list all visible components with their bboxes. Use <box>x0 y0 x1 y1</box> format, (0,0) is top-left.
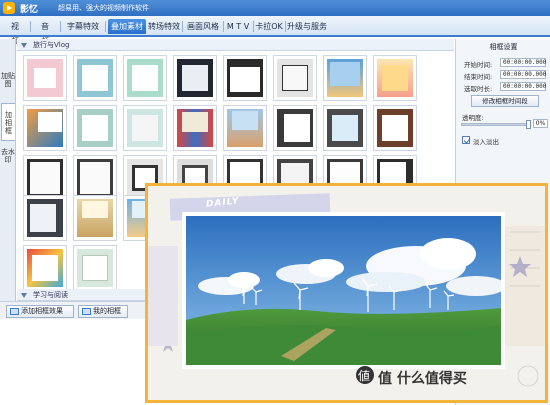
menu-divider <box>30 21 31 32</box>
section-header-travel[interactable]: 旅行与Vlog <box>17 39 454 51</box>
frame-thumbnail[interactable] <box>73 105 117 151</box>
app-name: 影忆 <box>20 5 39 15</box>
frame-preview-overlay: DAILY 値 值 什么值得买 <box>145 183 548 403</box>
left-tab-strip: 加贴图 加相框 去水印 <box>0 39 16 301</box>
fade-checkbox[interactable] <box>462 136 470 144</box>
menu-item-audio[interactable]: 音 频 <box>34 19 57 46</box>
frame-thumbnail[interactable] <box>373 55 417 101</box>
frame-thumbnail[interactable] <box>173 55 217 101</box>
modify-frame-time-button[interactable]: 修改相框时间段 <box>471 95 539 107</box>
start-time-field[interactable]: 00:00:00.000 <box>500 58 546 67</box>
add-frame-icon <box>10 308 19 315</box>
frame-thumbnail[interactable] <box>73 195 117 241</box>
frame-thumbnail[interactable] <box>323 105 367 151</box>
add-frame-effect-button[interactable]: 添加相框效果 <box>6 305 74 318</box>
frame-thumbnail[interactable] <box>23 105 67 151</box>
frame-thumbnail[interactable] <box>23 195 67 241</box>
end-time-field[interactable]: 00:00:00.000 <box>500 70 546 79</box>
frame-thumbnail[interactable] <box>123 105 167 151</box>
opacity-value[interactable]: 0% <box>533 119 548 128</box>
panel-title: 相框设置 <box>489 43 518 51</box>
menu-divider <box>105 21 106 32</box>
my-frames-button[interactable]: 我的相框 <box>78 305 128 318</box>
app-slogan: 超易用、强大的视频制作软件 <box>58 4 149 12</box>
collapse-arrow-icon[interactable] <box>21 42 28 48</box>
frame-thumbnail[interactable] <box>23 245 67 291</box>
tab-remove-watermark[interactable]: 去水印 <box>1 143 15 177</box>
menu-divider <box>182 21 183 32</box>
menu-item-subtitle-effects[interactable]: 字幕特效 <box>64 19 102 34</box>
landscape-photo <box>182 212 505 369</box>
menu-item-overlay-materials[interactable]: 叠加素材 <box>108 19 146 34</box>
landscape-scene <box>186 216 501 365</box>
duration-field: 00:00:00.000 <box>500 82 546 91</box>
menu-item-picture-style[interactable]: 画面风格 <box>184 19 222 34</box>
tab-add-sticker[interactable]: 加贴图 <box>1 67 15 101</box>
section-title: 学习与阅读 <box>33 291 68 299</box>
duration-label: 选取时长: <box>464 85 493 93</box>
watermark-logo-icon <box>356 366 374 384</box>
frame-thumbnail[interactable] <box>23 55 67 101</box>
frame-thumbnail[interactable] <box>73 55 117 101</box>
menu-item-karaoke[interactable]: 卡拉OK <box>255 19 283 34</box>
my-frames-icon <box>82 308 91 315</box>
frame-thumbnail[interactable] <box>273 55 317 101</box>
collapse-arrow-icon[interactable] <box>21 292 28 298</box>
title-bar: 影忆 超易用、强大的视频制作软件 <box>0 0 550 16</box>
fade-label: 淡入淡出 <box>473 138 499 146</box>
menu-item-mtv[interactable]: M T V <box>224 19 252 34</box>
tab-add-frame[interactable]: 加相框 <box>1 103 15 141</box>
add-frame-label: 添加相框效果 <box>21 307 63 315</box>
menu-bar: 视 频 音 频 字幕特效 叠加素材 转场特效 画面风格 M T V 卡拉OK 升… <box>0 16 550 46</box>
frame-thumbnail[interactable] <box>273 105 317 151</box>
opacity-slider-handle[interactable] <box>525 120 531 129</box>
watermark-caption: 值 什么值得买 <box>378 371 467 387</box>
opacity-slider[interactable] <box>461 120 531 129</box>
menu-divider <box>60 21 61 32</box>
frame-thumbnail[interactable] <box>73 245 117 291</box>
frame-thumbnail[interactable] <box>373 105 417 151</box>
frame-thumbnail[interactable] <box>173 105 217 151</box>
menu-divider <box>285 21 286 32</box>
section-title: 旅行与Vlog <box>33 41 70 49</box>
menu-item-transitions[interactable]: 转场特效 <box>146 19 182 34</box>
menu-item-upgrade-service[interactable]: 升级与服务 <box>287 19 327 34</box>
frame-thumbnail[interactable] <box>223 55 267 101</box>
frame-thumbnail[interactable] <box>123 55 167 101</box>
frame-thumbnail[interactable] <box>323 55 367 101</box>
frame-thumbnail[interactable] <box>223 105 267 151</box>
app-logo-icon <box>3 2 15 14</box>
opacity-label: 透明度: <box>462 114 484 122</box>
end-time-label: 结束时间: <box>464 73 493 81</box>
menu-divider <box>253 21 254 32</box>
menu-item-video[interactable]: 视 频 <box>4 19 27 46</box>
my-frames-label: 我的相框 <box>93 307 121 315</box>
start-time-label: 开始时间: <box>464 61 493 69</box>
